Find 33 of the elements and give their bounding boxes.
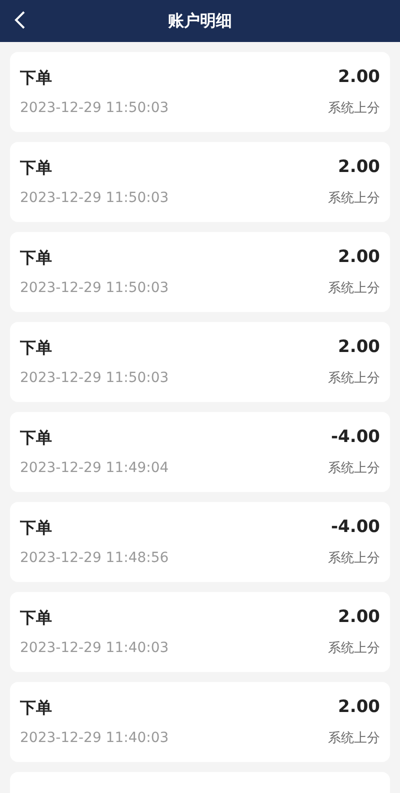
record-amount: 2.00	[338, 336, 380, 359]
record-note: 系统上分	[328, 730, 380, 748]
record-time: 2023-12-29 11:48:56	[20, 549, 169, 568]
record-note: 系统上分	[328, 190, 380, 208]
record-time: 2023-12-29 11:49:04	[20, 459, 169, 478]
record-time: 2023-12-29 11:50:03	[20, 99, 169, 118]
record-type: 下单	[20, 516, 52, 538]
record-time: 2023-12-29 11:50:03	[20, 189, 169, 208]
record-amount: -4.00	[331, 426, 380, 449]
record-note: 系统上分	[328, 550, 380, 568]
record-note: 系统上分	[328, 370, 380, 388]
record-type: 下单	[20, 426, 52, 448]
record-amount: 2.00	[338, 66, 380, 89]
record-amount: 2.00	[338, 156, 380, 179]
record-amount: 2.00	[338, 246, 380, 269]
record-type: 下单	[20, 606, 52, 628]
record-time: 2023-12-29 11:50:03	[20, 279, 169, 298]
record-type: 下单	[20, 66, 52, 88]
record-time: 2023-12-29 11:40:03	[20, 729, 169, 748]
record-note: 系统上分	[328, 640, 380, 658]
record-type: 下单	[20, 696, 52, 718]
record-time: 2023-12-29 11:50:03	[20, 369, 169, 388]
record-amount: 2.00	[338, 606, 380, 629]
page-title: 账户明细	[168, 11, 232, 30]
record-note: 系统上分	[328, 100, 380, 118]
record-type: 下单	[20, 156, 52, 178]
record-note: 系统上分	[328, 460, 380, 478]
record-type: 下单	[20, 246, 52, 268]
record-amount: 2.00	[338, 696, 380, 719]
record-time: 2023-12-29 11:40:03	[20, 639, 169, 658]
record-note: 系统上分	[328, 280, 380, 298]
record-amount: -4.00	[331, 516, 380, 539]
record-type: 下单	[20, 336, 52, 358]
